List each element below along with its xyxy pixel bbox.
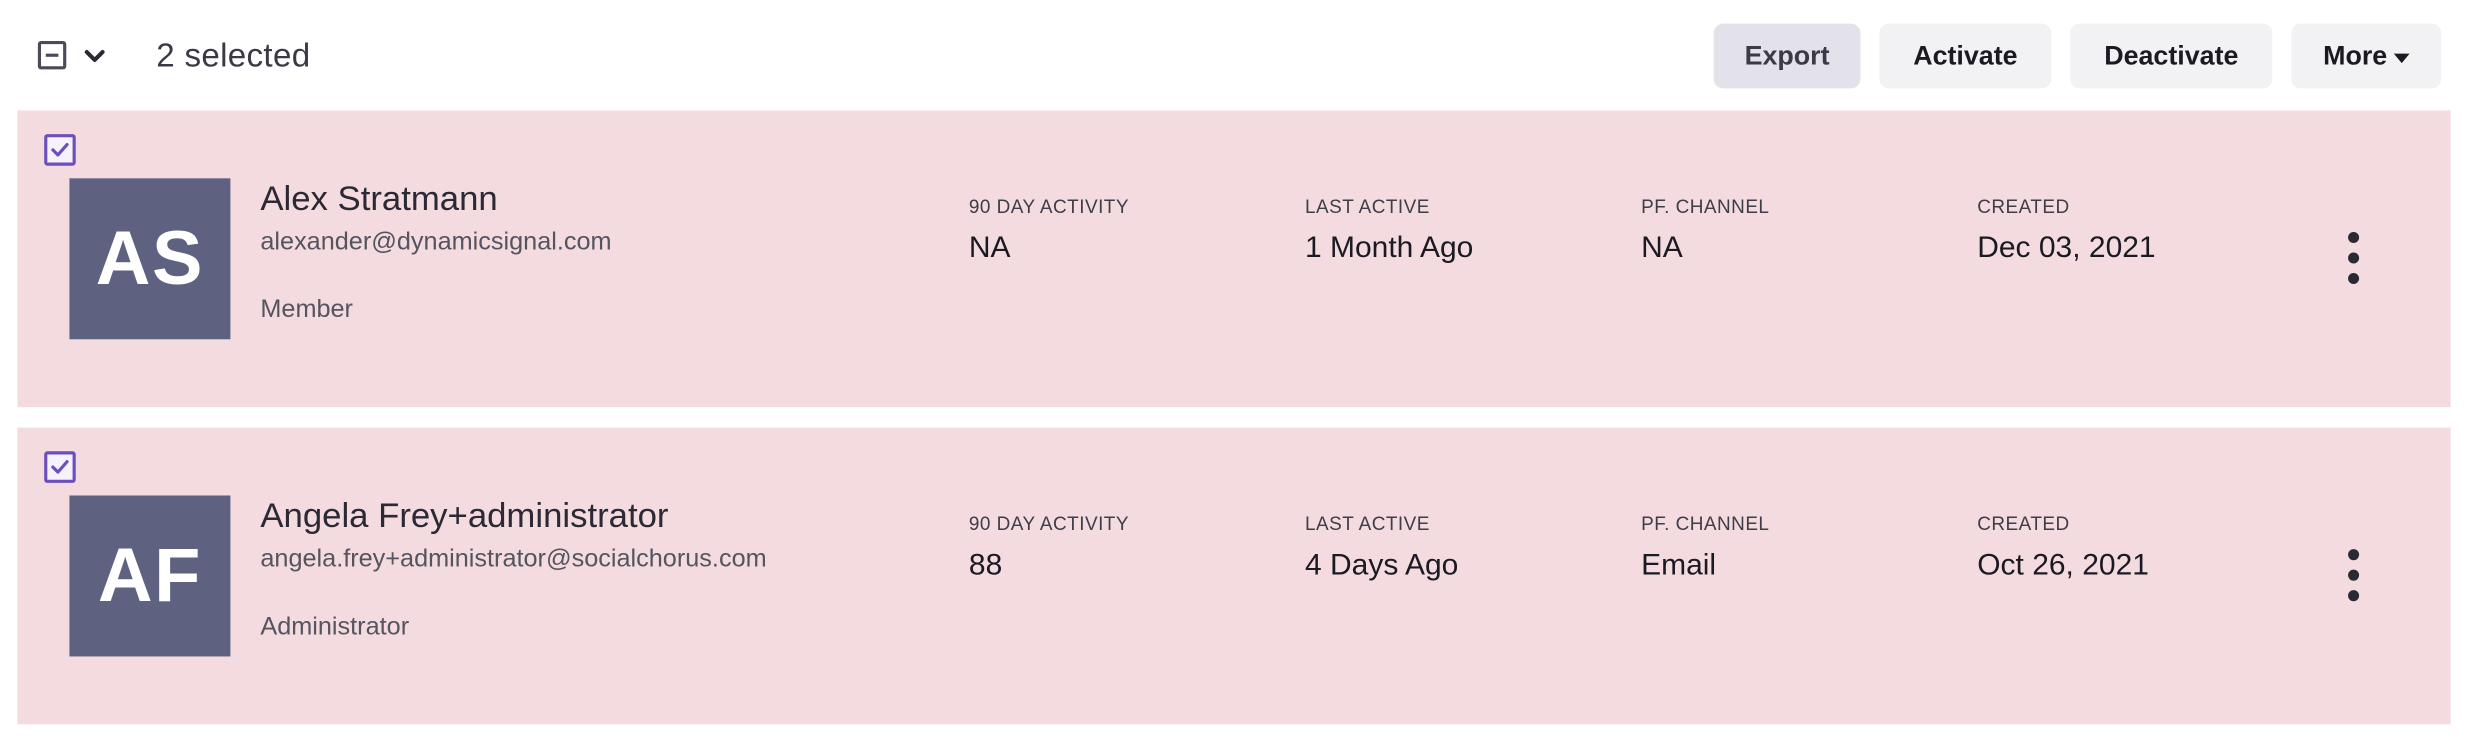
user-row[interactable]: AS Alex Stratmann alexander@dynamicsigna…: [17, 110, 2451, 408]
chevron-down-icon[interactable]: [84, 46, 106, 68]
activity-label: 90 DAY ACTIVITY: [968, 512, 1129, 535]
user-list-page: 2 selected Export Activate Deactivate Mo…: [0, 0, 2468, 738]
user-name[interactable]: Alex Stratmann: [260, 178, 497, 219]
user-email: angela.frey+administrator@socialchorus.c…: [260, 545, 767, 573]
last-active-label: LAST ACTIVE: [1305, 195, 1430, 218]
activity-label: 90 DAY ACTIVITY: [968, 195, 1129, 218]
activity-value: 88: [968, 549, 1003, 583]
kebab-menu-icon[interactable]: [2337, 546, 2372, 609]
last-active-label: LAST ACTIVE: [1305, 512, 1430, 535]
kebab-menu-icon[interactable]: [2337, 229, 2372, 292]
activate-button[interactable]: Activate: [1879, 23, 2052, 89]
activity-value: NA: [968, 231, 1011, 266]
avatar: AF: [69, 495, 231, 657]
caret-down-icon: [2393, 52, 2410, 63]
last-active-value: 1 Month Ago: [1305, 231, 1474, 266]
selected-count: 2 selected: [156, 37, 311, 75]
avatar: AS: [69, 178, 231, 340]
last-active-value: 4 Days Ago: [1305, 549, 1459, 583]
created-value: Oct 26, 2021: [1977, 549, 2149, 583]
deactivate-button[interactable]: Deactivate: [2070, 23, 2273, 89]
channel-value: Email: [1641, 549, 1717, 583]
more-button[interactable]: More: [2291, 23, 2442, 89]
user-email: alexander@dynamicsignal.com: [260, 228, 612, 256]
channel-value: NA: [1641, 231, 1683, 266]
checked-checkbox-icon[interactable]: [44, 451, 76, 483]
channel-label: PF. CHANNEL: [1641, 195, 1770, 218]
export-button[interactable]: Export: [1713, 23, 1861, 89]
user-row[interactable]: AF Angela Frey+administrator angela.frey…: [17, 427, 2451, 725]
user-name[interactable]: Angela Frey+administrator: [260, 495, 668, 536]
user-role: Administrator: [260, 613, 410, 641]
created-label: CREATED: [1977, 512, 2070, 535]
checked-checkbox-icon[interactable]: [44, 134, 76, 166]
indeterminate-checkbox-icon[interactable]: [37, 41, 67, 70]
bulk-actions-toolbar: 2 selected Export Activate Deactivate Mo…: [0, 0, 2468, 110]
channel-label: PF. CHANNEL: [1641, 512, 1770, 535]
created-label: CREATED: [1977, 195, 2070, 218]
user-role: Member: [260, 296, 353, 324]
more-button-label: More: [2323, 40, 2388, 71]
created-value: Dec 03, 2021: [1977, 231, 2156, 266]
